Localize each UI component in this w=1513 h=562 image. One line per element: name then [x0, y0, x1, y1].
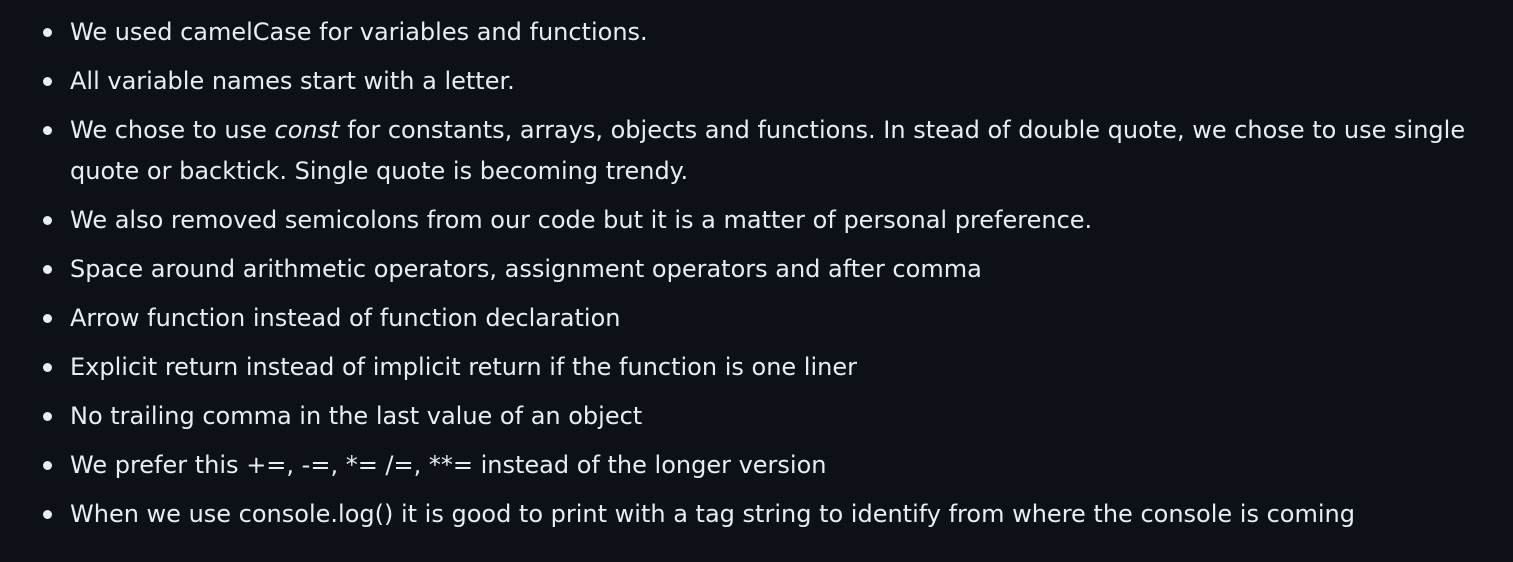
- list-item: When we use console.log() it is good to …: [43, 494, 1489, 535]
- list-item-text: No trailing comma in the last value of a…: [70, 402, 643, 430]
- list-item-text: Arrow function instead of function decla…: [70, 304, 621, 332]
- list-item: Explicit return instead of implicit retu…: [43, 347, 1489, 388]
- list-item: We chose to use const for constants, arr…: [43, 110, 1489, 192]
- list-item-text: We used camelCase for variables and func…: [70, 18, 648, 46]
- conventions-list: We used camelCase for variables and func…: [0, 12, 1513, 535]
- list-item-text: Space around arithmetic operators, assig…: [70, 255, 982, 283]
- list-item-emphasis: const: [274, 116, 340, 144]
- list-item: All variable names start with a letter.: [43, 61, 1489, 102]
- list-item: We prefer this +=, -=, *= /=, **= instea…: [43, 445, 1489, 486]
- document-page: We used camelCase for variables and func…: [0, 0, 1513, 562]
- list-item-text: We also removed semicolons from our code…: [70, 206, 1093, 234]
- list-item: No trailing comma in the last value of a…: [43, 396, 1489, 437]
- list-item: Arrow function instead of function decla…: [43, 298, 1489, 339]
- list-item: Space around arithmetic operators, assig…: [43, 249, 1489, 290]
- list-item-text: Explicit return instead of implicit retu…: [70, 353, 857, 381]
- list-item: We also removed semicolons from our code…: [43, 200, 1489, 241]
- list-item-text: All variable names start with a letter.: [70, 67, 515, 95]
- list-item-text: When we use console.log() it is good to …: [70, 500, 1355, 528]
- list-item: We used camelCase for variables and func…: [43, 12, 1489, 53]
- list-item-text: We prefer this +=, -=, *= /=, **= instea…: [70, 451, 827, 479]
- list-item-text-start: We chose to use: [70, 116, 275, 144]
